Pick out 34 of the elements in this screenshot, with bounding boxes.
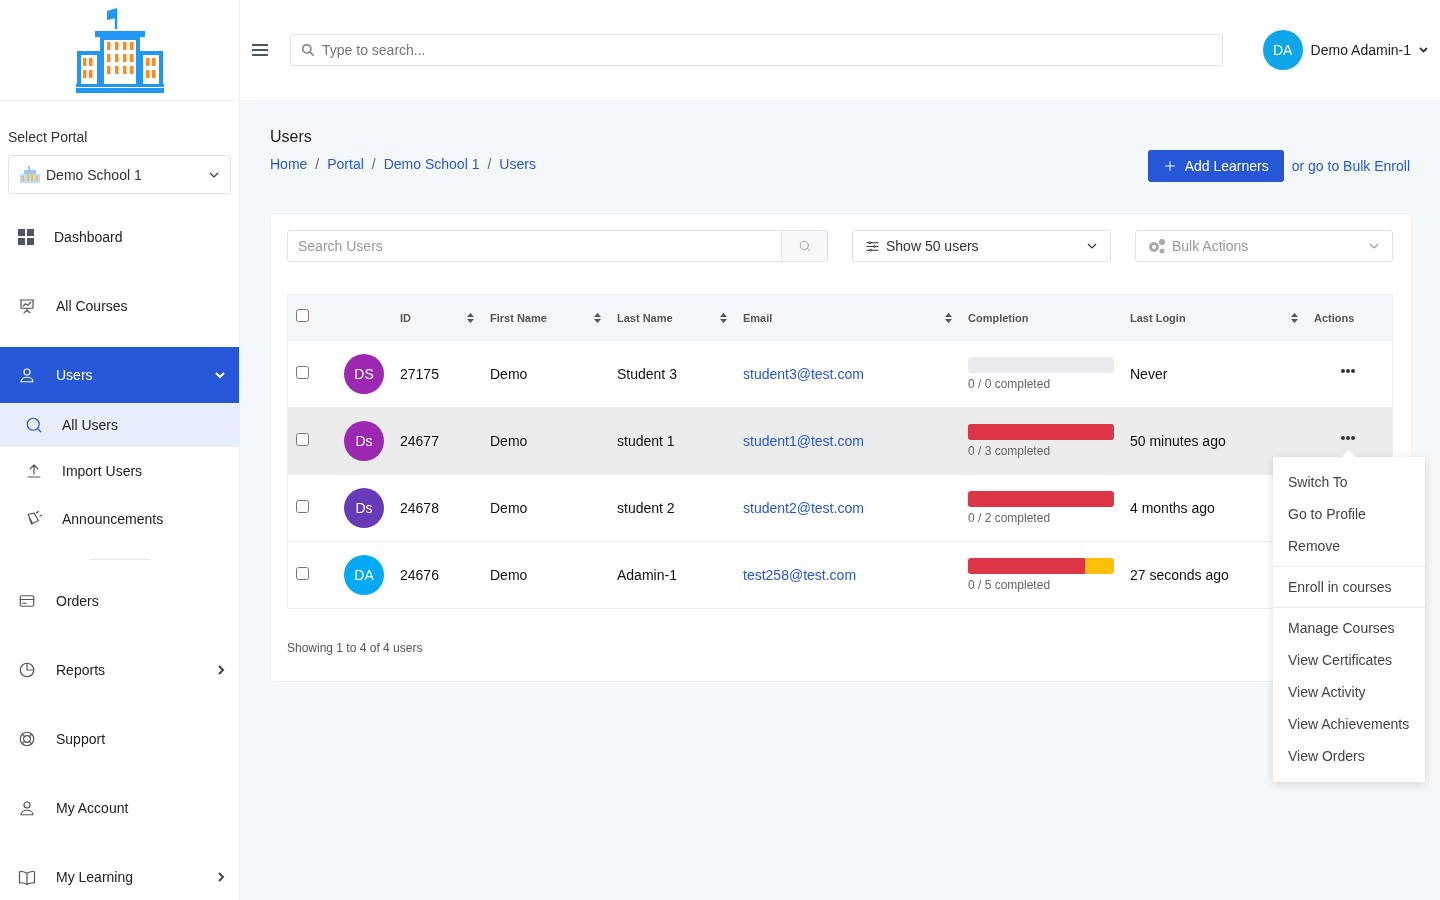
- table-cell: student 1: [617, 433, 675, 449]
- table-cell: Adamin-1: [617, 567, 677, 583]
- table-cell: 24676: [400, 567, 439, 583]
- portal-label: Select Portal: [8, 129, 89, 145]
- user-avatar: DA: [1262, 30, 1303, 70]
- table-cell: Demo: [490, 366, 528, 382]
- table-cell: 24678: [400, 500, 439, 516]
- user-name: Demo Adamin-1: [1310, 42, 1411, 58]
- table-cell: 50 minutes ago: [1130, 433, 1226, 449]
- progress-text: 0 / 2 completed: [968, 511, 1052, 525]
- table-cell: 27 seconds ago: [1130, 567, 1229, 583]
- progress-text: 0 / 0 completed: [968, 377, 1052, 391]
- breadcrumb-separator: /: [371, 156, 376, 172]
- table-cell: Never: [1130, 366, 1168, 382]
- table-cell: Demo: [490, 433, 528, 449]
- table-cell: 24677: [400, 433, 439, 449]
- table-cell: 27175: [400, 366, 439, 382]
- user-avatar: DS: [344, 354, 384, 394]
- page-title: Users: [270, 128, 313, 146]
- progress-text: 0 / 5 completed: [968, 578, 1052, 592]
- progress-text: 0 / 3 completed: [968, 444, 1052, 458]
- user-avatar: Ds: [344, 421, 384, 461]
- user-avatar: Ds: [344, 488, 384, 528]
- pagination-info: Showing 1 to 4 of 4 users: [287, 641, 424, 655]
- user-avatar: DA: [344, 555, 384, 595]
- table-cell: Student 3: [617, 366, 677, 382]
- table-cell: 4 months ago: [1130, 500, 1215, 516]
- breadcrumb-separator: /: [487, 156, 492, 172]
- breadcrumb-separator: /: [315, 156, 320, 172]
- table-cell: student 2: [617, 500, 675, 516]
- table-cell: Demo: [490, 500, 528, 516]
- column-header: Completion: [968, 311, 1029, 324]
- table-cell: Demo: [490, 567, 528, 583]
- column-header: Actions: [1314, 311, 1355, 324]
